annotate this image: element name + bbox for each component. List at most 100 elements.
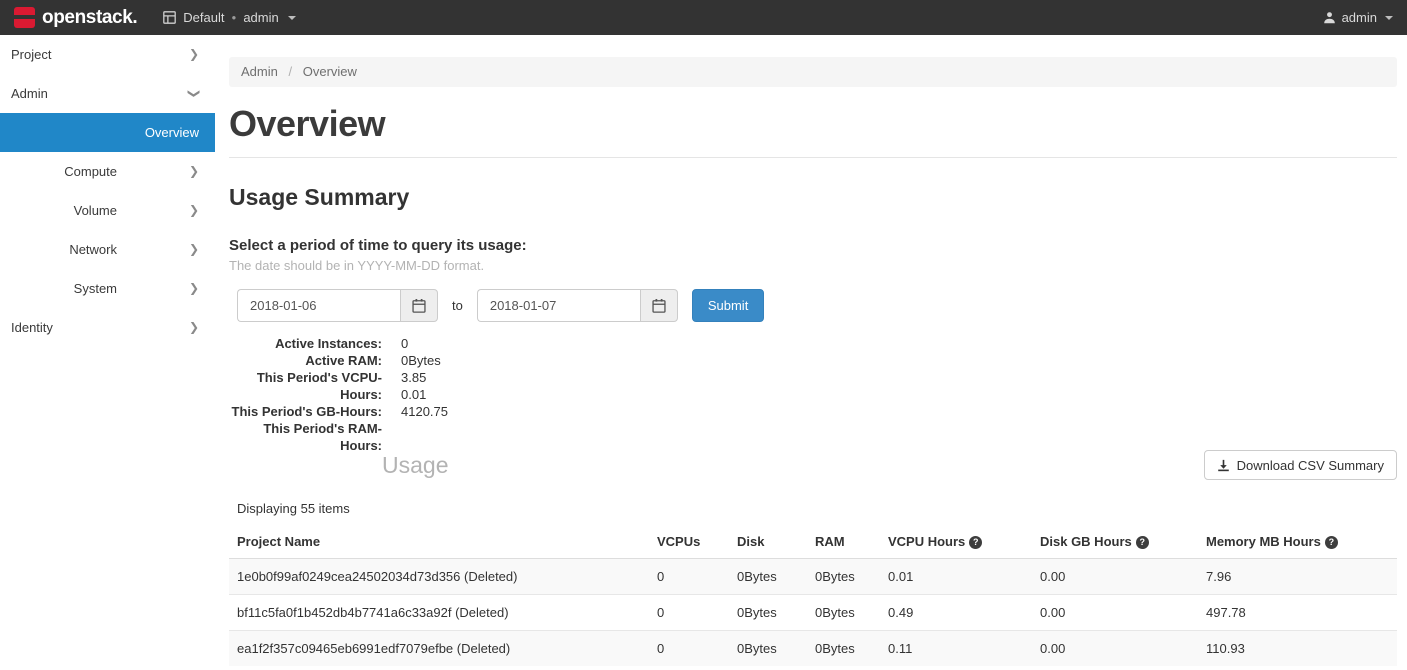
cell-disk-gb-hours: 0.00 <box>1032 595 1198 631</box>
download-icon <box>1217 459 1230 472</box>
cell-memory-mb-hours: 110.93 <box>1198 631 1397 667</box>
sidebar-item-overview[interactable]: Overview <box>0 113 215 152</box>
help-icon[interactable]: ? <box>1325 536 1338 549</box>
breadcrumb-admin-link[interactable]: Admin <box>241 64 278 79</box>
stat-label: Active Instances: <box>229 335 382 352</box>
sidebar-item-label: Compute <box>64 164 117 179</box>
cell-vcpus: 0 <box>649 559 729 595</box>
date-to-input[interactable] <box>477 289 640 322</box>
col-header-label: Disk GB Hours <box>1040 534 1132 549</box>
sidebar-item-identity[interactable]: Identity ❯ <box>0 308 215 347</box>
usage-heading: Usage <box>382 452 448 479</box>
sidebar-item-system[interactable]: System ❯ <box>0 269 215 308</box>
table-header-row: Project Name VCPUs Disk RAM VCPU Hours? … <box>229 525 1397 559</box>
date-from-group <box>237 289 438 322</box>
cell-disk-gb-hours: 0.00 <box>1032 631 1198 667</box>
stat-value: 0.01 <box>401 386 1397 403</box>
col-header-vcpu-hours: VCPU Hours? <box>880 525 1032 559</box>
cell-disk: 0Bytes <box>729 631 807 667</box>
col-header-label: RAM <box>815 534 845 549</box>
table-row: 1e0b0f99af0249cea24502034d73d356 (Delete… <box>229 559 1397 595</box>
sidebar-item-label: Admin <box>11 86 48 101</box>
calendar-addon-button[interactable] <box>640 289 678 322</box>
sidebar-item-label: Volume <box>74 203 117 218</box>
col-header-vcpus: VCPUs <box>649 525 729 559</box>
col-header-label: VCPU Hours <box>888 534 965 549</box>
date-range-form: to Submit <box>237 289 1397 322</box>
title-divider <box>229 157 1397 158</box>
cell-memory-mb-hours: 497.78 <box>1198 595 1397 631</box>
col-header-label: Memory MB Hours <box>1206 534 1321 549</box>
col-header-label: Project Name <box>237 534 320 549</box>
stat-value: 4120.75 <box>401 403 1397 420</box>
openstack-brand[interactable]: openstack. <box>14 7 137 29</box>
table-row: bf11c5fa0f1b452db4b7741a6c33a92f (Delete… <box>229 595 1397 631</box>
stat-value: 0Bytes <box>401 352 1397 369</box>
project-context-menu[interactable]: Default ● admin <box>163 10 295 25</box>
download-csv-button[interactable]: Download CSV Summary <box>1204 450 1397 480</box>
calendar-icon <box>652 299 666 313</box>
cell-ram: 0Bytes <box>807 595 880 631</box>
col-header-ram: RAM <box>807 525 880 559</box>
cell-project-name: 1e0b0f99af0249cea24502034d73d356 (Delete… <box>229 559 649 595</box>
stat-label: This Period's GB-Hours: <box>229 403 382 420</box>
user-icon <box>1323 11 1336 24</box>
sidebar-item-label: Overview <box>145 125 199 140</box>
stat-label: This Period's VCPU-Hours: <box>229 369 382 403</box>
cell-memory-mb-hours: 7.96 <box>1198 559 1397 595</box>
col-header-disk-gb-hours: Disk GB Hours? <box>1032 525 1198 559</box>
cell-vcpu-hours: 0.49 <box>880 595 1032 631</box>
breadcrumb-separator: / <box>288 64 292 79</box>
submit-button[interactable]: Submit <box>692 289 764 322</box>
caret-down-icon <box>1385 16 1393 20</box>
sidebar-item-volume[interactable]: Volume ❯ <box>0 191 215 230</box>
usage-stats: Active Instances: 0 Active RAM: 0Bytes T… <box>229 335 1397 420</box>
chevron-right-icon: ❯ <box>189 35 199 74</box>
sidebar-item-label: Network <box>69 242 117 257</box>
help-icon[interactable]: ? <box>969 536 982 549</box>
help-icon[interactable]: ? <box>1136 536 1149 549</box>
cell-ram: 0Bytes <box>807 559 880 595</box>
breadcrumb: Admin / Overview <box>229 57 1397 87</box>
sidebar-item-compute[interactable]: Compute ❯ <box>0 152 215 191</box>
top-navbar: openstack. Default ● admin admin <box>0 0 1407 35</box>
cell-disk-gb-hours: 0.00 <box>1032 559 1198 595</box>
chevron-right-icon: ❯ <box>189 308 199 347</box>
context-project-label: admin <box>243 10 278 25</box>
col-header-label: VCPUs <box>657 534 700 549</box>
cell-disk: 0Bytes <box>729 559 807 595</box>
stat-value: 0 <box>401 335 1397 352</box>
sidebar: Project ❯ Admin ❯ Overview Compute ❯ Vol… <box>0 35 215 670</box>
sidebar-item-label: Identity <box>11 320 53 335</box>
sidebar-item-label: System <box>74 281 117 296</box>
usage-table: Project Name VCPUs Disk RAM VCPU Hours? … <box>229 525 1397 666</box>
cell-project-name: ea1f2f357c09465eb6991edf7079efbe (Delete… <box>229 631 649 667</box>
period-prompt: Select a period of time to query its usa… <box>229 237 1397 254</box>
date-from-input[interactable] <box>237 289 400 322</box>
user-menu[interactable]: admin <box>1323 10 1393 25</box>
sidebar-item-project[interactable]: Project ❯ <box>0 35 215 74</box>
sidebar-item-network[interactable]: Network ❯ <box>0 230 215 269</box>
cell-vcpus: 0 <box>649 595 729 631</box>
domain-icon <box>163 11 176 24</box>
col-header-project-name: Project Name <box>229 525 649 559</box>
context-domain-label: Default <box>183 10 224 25</box>
sidebar-item-label: Project <box>11 47 51 62</box>
chevron-down-icon: ❯ <box>174 88 213 98</box>
bullet-icon: ● <box>231 13 236 22</box>
col-header-label: Disk <box>737 534 764 549</box>
date-format-hint: The date should be in YYYY-MM-DD format. <box>229 258 1397 273</box>
table-row: ea1f2f357c09465eb6991edf7079efbe (Delete… <box>229 631 1397 667</box>
cell-vcpu-hours: 0.11 <box>880 631 1032 667</box>
cell-vcpu-hours: 0.01 <box>880 559 1032 595</box>
chevron-right-icon: ❯ <box>189 230 199 269</box>
sidebar-item-admin[interactable]: Admin ❯ <box>0 74 215 113</box>
calendar-addon-button[interactable] <box>400 289 438 322</box>
stat-value: 3.85 <box>401 369 1397 386</box>
col-header-memory-mb-hours: Memory MB Hours? <box>1198 525 1397 559</box>
calendar-icon <box>412 299 426 313</box>
main-content: Admin / Overview Overview Usage Summary … <box>215 35 1407 666</box>
items-count: Displaying 55 items <box>237 501 1397 516</box>
stat-label: This Period's RAM-Hours: <box>229 420 382 454</box>
cell-disk: 0Bytes <box>729 595 807 631</box>
